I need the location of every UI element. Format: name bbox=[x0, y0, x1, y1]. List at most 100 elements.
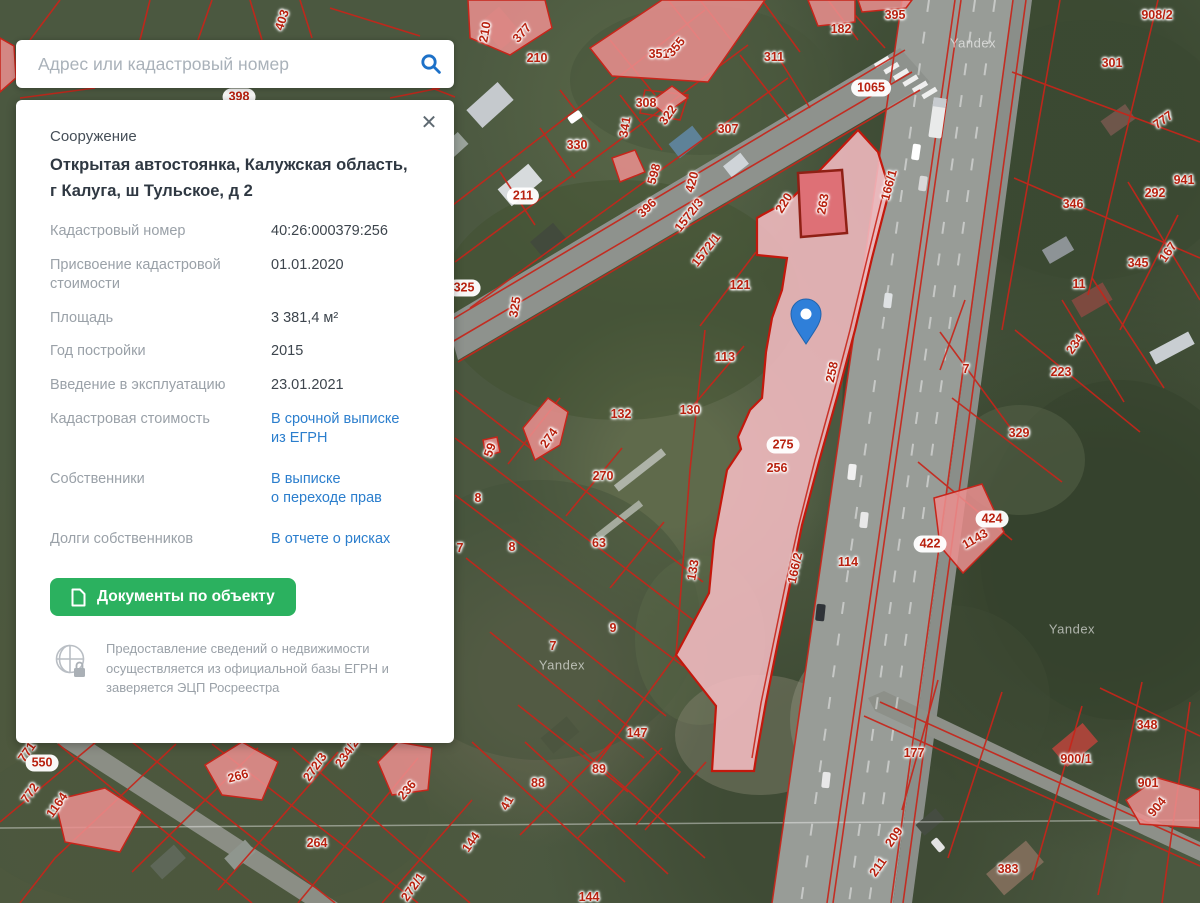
parcel-label[interactable]: 301 bbox=[1102, 56, 1123, 70]
parcel-label[interactable]: 1143 bbox=[960, 526, 990, 552]
object-type-label: Сооружение bbox=[50, 128, 424, 145]
parcel-label[interactable]: 550 bbox=[26, 755, 59, 772]
parcel-label[interactable]: 256 bbox=[767, 461, 788, 475]
document-icon bbox=[71, 588, 86, 607]
parcel-label[interactable]: 420 bbox=[683, 170, 702, 194]
field-value: 23.01.2021 bbox=[271, 376, 424, 396]
field-label: Кадастровый номер bbox=[50, 222, 271, 242]
parcel-label[interactable]: 270 bbox=[593, 469, 614, 483]
field-row: Площадь3 381,4 м² bbox=[50, 309, 424, 329]
parcel-label[interactable]: 114 bbox=[838, 555, 858, 569]
parcel-label[interactable]: 904 bbox=[1145, 795, 1169, 820]
disclaimer-text: Предоставление сведений о недвижимости о… bbox=[106, 639, 406, 698]
parcel-label[interactable]: 220 bbox=[773, 190, 796, 215]
parcel-label[interactable]: 144 bbox=[579, 890, 600, 903]
parcel-label[interactable]: 8 bbox=[475, 491, 482, 505]
search-input[interactable] bbox=[16, 54, 408, 75]
parcel-label[interactable]: 8 bbox=[509, 540, 516, 554]
parcel-label[interactable]: 346 bbox=[1063, 197, 1084, 211]
parcel-label[interactable]: 772 bbox=[18, 780, 41, 805]
parcel-label[interactable]: 422 bbox=[914, 536, 947, 553]
search-button[interactable] bbox=[408, 41, 454, 87]
parcel-label[interactable]: 322 bbox=[656, 102, 679, 127]
parcel-label[interactable]: 403 bbox=[272, 8, 292, 32]
parcel-label[interactable]: 341 bbox=[616, 116, 633, 139]
parcel-label[interactable]: 1065 bbox=[851, 80, 891, 97]
yandex-watermark: Yandex bbox=[1049, 622, 1095, 637]
parcel-label[interactable]: 166/1 bbox=[878, 168, 900, 202]
parcel-label[interactable]: 210 bbox=[527, 51, 548, 65]
parcel-label[interactable]: 210 bbox=[476, 21, 493, 44]
close-icon[interactable]: ✕ bbox=[416, 110, 442, 136]
parcel-label[interactable]: 59 bbox=[481, 441, 499, 459]
parcel-label[interactable]: 182 bbox=[831, 22, 852, 36]
parcel-label[interactable]: 223 bbox=[1051, 365, 1072, 379]
parcel-label[interactable]: 263 bbox=[814, 193, 831, 216]
parcel-label[interactable]: 7 bbox=[550, 639, 557, 653]
documents-button-label: Документы по объекту bbox=[97, 588, 275, 606]
parcel-label[interactable]: 121 bbox=[730, 278, 751, 292]
parcel-label[interactable]: 63 bbox=[592, 536, 606, 550]
parcel-label[interactable]: 211 bbox=[507, 188, 539, 205]
parcel-label[interactable]: 325 bbox=[506, 296, 523, 319]
parcel-label[interactable]: 166/2 bbox=[785, 551, 805, 585]
parcel-label[interactable]: 1572/1 bbox=[689, 231, 724, 270]
parcel-label[interactable]: 9 bbox=[610, 621, 617, 635]
parcel-label[interactable]: 130 bbox=[680, 403, 701, 417]
parcel-label[interactable]: 11 bbox=[1072, 277, 1085, 291]
parcel-label[interactable]: 330 bbox=[567, 138, 588, 152]
parcel-label[interactable]: 901 bbox=[1138, 776, 1159, 790]
object-title: Открытая автостоянка, Калужская область,… bbox=[50, 153, 410, 204]
parcel-label[interactable]: 144 bbox=[459, 829, 482, 854]
field-row: Введение в эксплуатацию23.01.2021 bbox=[50, 376, 424, 396]
field-value-link[interactable]: В срочной выписке из ЕГРН bbox=[271, 410, 424, 449]
parcel-label[interactable]: 395 bbox=[885, 8, 906, 22]
parcel-label[interactable]: 272/1 bbox=[398, 870, 427, 903]
parcel-label[interactable]: 209 bbox=[882, 824, 905, 849]
parcel-label[interactable]: 7 bbox=[963, 362, 970, 376]
parcel-label[interactable]: 1572/3 bbox=[672, 196, 707, 235]
parcel-label[interactable]: 1164 bbox=[43, 790, 70, 820]
parcel-label[interactable]: 377 bbox=[510, 21, 534, 46]
parcel-label[interactable]: 234 bbox=[1063, 331, 1086, 356]
parcel-label[interactable]: 7 bbox=[457, 541, 464, 555]
parcel-label[interactable]: 396 bbox=[635, 196, 660, 221]
parcel-label[interactable]: 311 bbox=[764, 50, 784, 64]
parcel-label[interactable]: 908/2 bbox=[1141, 8, 1172, 22]
parcel-label[interactable]: 424 bbox=[976, 511, 1009, 528]
parcel-label[interactable]: 383 bbox=[998, 862, 1019, 876]
parcel-label[interactable]: 264 bbox=[307, 836, 328, 850]
parcel-label[interactable]: 88 bbox=[531, 776, 545, 790]
parcel-label[interactable]: 292 bbox=[1145, 186, 1166, 200]
field-value: 3 381,4 м² bbox=[271, 309, 424, 329]
parcel-label[interactable]: 598 bbox=[645, 162, 664, 186]
documents-button[interactable]: Документы по объекту bbox=[50, 578, 296, 616]
parcel-label[interactable]: 900/1 bbox=[1060, 752, 1091, 766]
parcel-label[interactable]: 113 bbox=[715, 350, 735, 364]
parcel-label[interactable]: 258 bbox=[823, 360, 841, 383]
parcel-label[interactable]: 345 bbox=[1128, 256, 1149, 270]
parcel-label[interactable]: 307 bbox=[718, 122, 739, 136]
field-value-link[interactable]: В выписке о переходе прав bbox=[271, 470, 424, 509]
info-panel: ✕ Сооружение Открытая автостоянка, Калуж… bbox=[16, 100, 454, 743]
parcel-label[interactable]: 274 bbox=[537, 425, 560, 450]
parcel-label[interactable]: 777 bbox=[1150, 108, 1175, 131]
parcel-label[interactable]: 89 bbox=[592, 762, 606, 776]
field-label: Присвоение кадастровой стоимости bbox=[50, 256, 271, 295]
parcel-label[interactable]: 941 bbox=[1174, 173, 1195, 187]
field-value-link[interactable]: В отчете о рисках bbox=[271, 530, 424, 550]
parcel-label[interactable]: 177 bbox=[904, 746, 925, 760]
parcel-label[interactable]: 348 bbox=[1137, 718, 1158, 732]
parcel-label[interactable]: 329 bbox=[1009, 426, 1030, 440]
parcel-label[interactable]: 266 bbox=[226, 767, 250, 786]
parcel-label[interactable]: 236 bbox=[395, 778, 419, 803]
parcel-label[interactable]: 133 bbox=[684, 559, 701, 582]
parcel-label[interactable]: 275 bbox=[767, 437, 800, 454]
parcel-label[interactable]: 211 bbox=[866, 855, 889, 880]
parcel-label[interactable]: 308 bbox=[636, 96, 657, 110]
parcel-label[interactable]: 132 bbox=[611, 407, 632, 421]
parcel-label[interactable]: 272/3 bbox=[300, 750, 329, 784]
parcel-label[interactable]: 41 bbox=[497, 793, 516, 812]
parcel-label[interactable]: 147 bbox=[627, 726, 648, 740]
parcel-label[interactable]: 167 bbox=[1156, 239, 1179, 264]
